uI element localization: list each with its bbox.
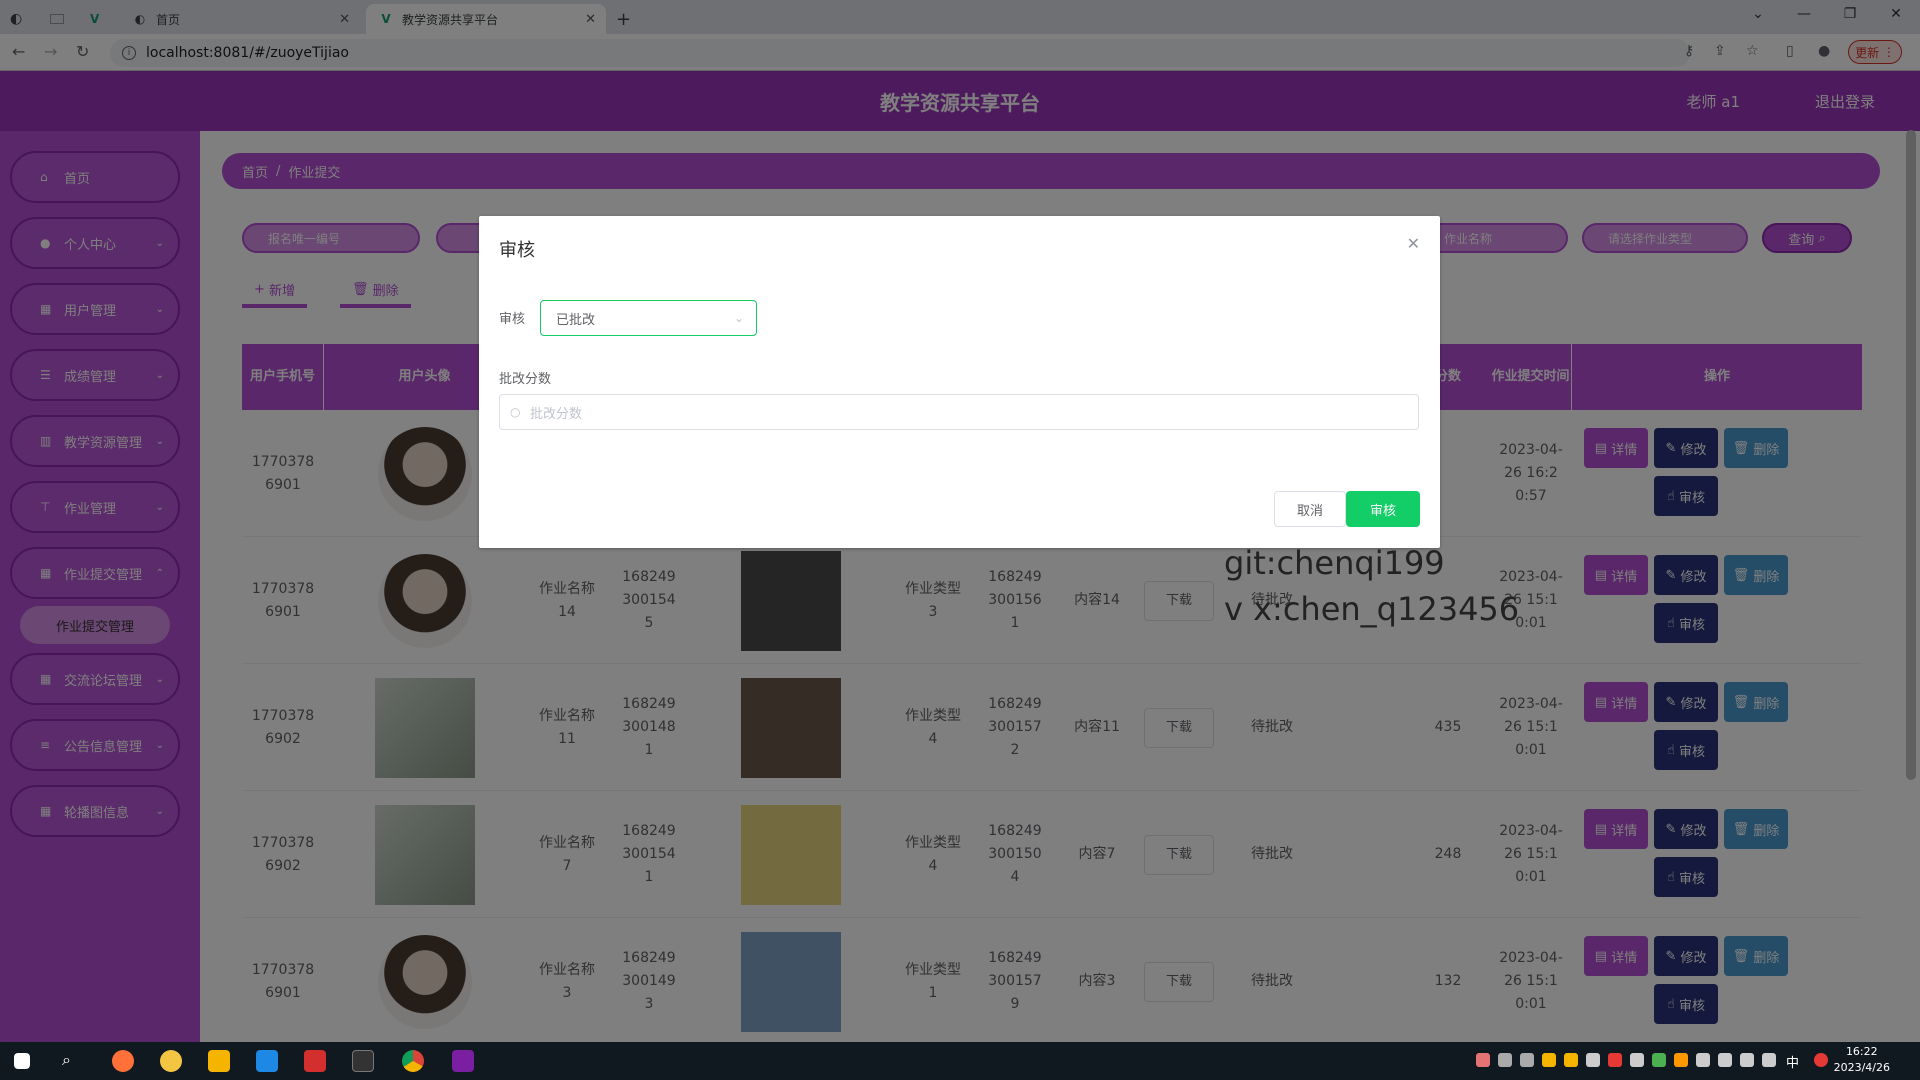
tray-icon[interactable] [1630, 1053, 1644, 1067]
ime-indicator[interactable]: 中 [1786, 1052, 1799, 1071]
tray-icon[interactable] [1520, 1053, 1534, 1067]
audit-dialog: 审核 ✕ 审核 已批改 ⌄ 批改分数 ○ 批改分数 取消 审核 [479, 216, 1440, 548]
wps-icon[interactable] [304, 1050, 326, 1072]
confirm-audit-button[interactable]: 审核 [1346, 491, 1420, 527]
battery-icon[interactable] [1718, 1053, 1732, 1067]
search-icon[interactable]: ⌕ [62, 1050, 84, 1072]
tray-icon[interactable] [1586, 1053, 1600, 1067]
wechat-icon[interactable] [1652, 1053, 1666, 1067]
taskbar: ⌕ 中 16:22 2023/4/26 [0, 1042, 1920, 1080]
clock-time: 16:22 [1845, 1045, 1878, 1058]
dialog-title: 审核 [499, 240, 535, 261]
firefox-icon[interactable] [112, 1050, 134, 1072]
chicken-app-icon[interactable] [160, 1050, 182, 1072]
vscode-icon[interactable] [256, 1050, 278, 1072]
close-icon[interactable]: ✕ [1407, 234, 1420, 253]
tray-icon[interactable] [1498, 1053, 1512, 1067]
tray-icon[interactable] [1674, 1053, 1688, 1067]
search-icon: ○ [510, 405, 521, 419]
folder-icon[interactable] [208, 1050, 230, 1072]
cancel-label: 取消 [1296, 503, 1323, 519]
score-placeholder: 批改分数 [530, 406, 583, 422]
watermark-line: git:chenqi199 [1224, 544, 1445, 582]
watermark-line: v x:chen_q123456 [1224, 590, 1520, 628]
chevron-down-icon: ⌄ [733, 311, 744, 325]
volume-icon[interactable] [1762, 1053, 1776, 1067]
score-input[interactable]: ○ 批改分数 [499, 394, 1419, 430]
tray-icon[interactable] [1696, 1053, 1710, 1067]
chrome-icon[interactable] [402, 1050, 424, 1072]
confirm-label: 审核 [1369, 503, 1396, 519]
tray-icon[interactable] [1608, 1053, 1622, 1067]
input-method-icon[interactable] [1814, 1053, 1828, 1067]
tray-icon[interactable] [1564, 1053, 1578, 1067]
windows-start-icon[interactable] [14, 1053, 30, 1069]
system-clock[interactable]: 16:22 2023/4/26 [1834, 1044, 1890, 1076]
audit-select-value: 已批改 [556, 312, 596, 328]
tray-icon[interactable] [1542, 1053, 1556, 1067]
wifi-icon[interactable] [1740, 1053, 1754, 1067]
audit-label: 审核 [499, 312, 526, 327]
clock-date: 2023/4/26 [1833, 1061, 1890, 1074]
intellij-icon[interactable] [452, 1050, 474, 1072]
score-label: 批改分数 [499, 372, 552, 387]
cancel-button[interactable]: 取消 [1274, 491, 1346, 527]
audit-select[interactable]: 已批改 ⌄ [540, 300, 757, 336]
terminal-icon[interactable] [352, 1050, 374, 1072]
tray-icon[interactable] [1476, 1053, 1490, 1067]
